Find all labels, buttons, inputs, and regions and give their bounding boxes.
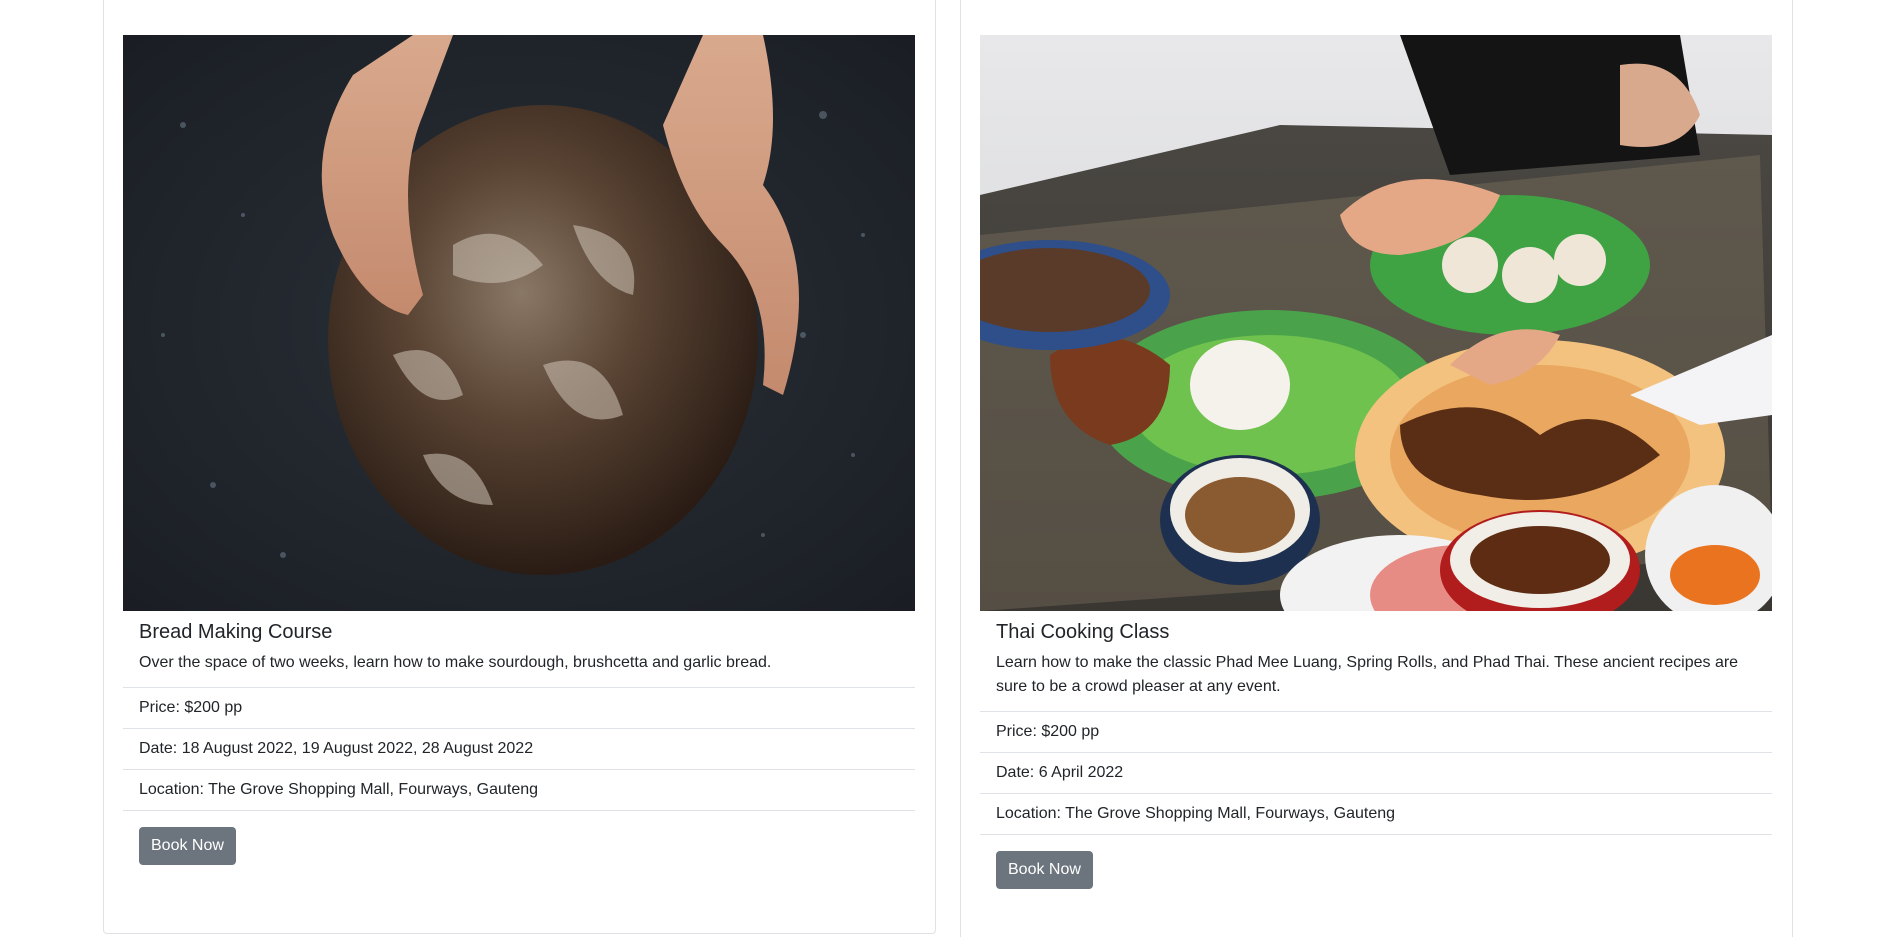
card-description: Learn how to make the classic Phad Mee L… [996,654,1739,695]
details-list: Price: $200 pp Date: 18 August 2022, 19 … [123,687,915,811]
card-description: Over the space of two weeks, learn how t… [139,654,772,671]
card-image-thai [980,35,1772,611]
location-item: Location: The Grove Shopping Mall, Fourw… [980,794,1772,835]
card-title: Bread Making Course [139,621,333,643]
date-item: Date: 18 August 2022, 19 August 2022, 28… [123,729,915,770]
thai-food-image [980,35,1772,611]
course-card-bread: Bread Making Course Over the space of tw… [103,0,936,934]
card-body: Thai Cooking Class Learn how to make the… [980,617,1772,889]
card-body: Bread Making Course Over the space of tw… [123,617,915,865]
bread-image [123,35,915,611]
book-now-button[interactable]: Book Now [996,851,1093,889]
date-item: Date: 6 April 2022 [980,753,1772,794]
price-item: Price: $200 pp [123,688,915,729]
card-image-bread [123,35,915,611]
page: Bread Making Course Over the space of tw… [0,0,1889,937]
card-title: Thai Cooking Class [996,621,1170,643]
details-list: Price: $200 pp Date: 6 April 2022 Locati… [980,711,1772,835]
book-now-button[interactable]: Book Now [139,827,236,865]
price-item: Price: $200 pp [980,712,1772,753]
course-card-thai: Thai Cooking Class Learn how to make the… [960,0,1793,937]
location-item: Location: The Grove Shopping Mall, Fourw… [123,770,915,811]
